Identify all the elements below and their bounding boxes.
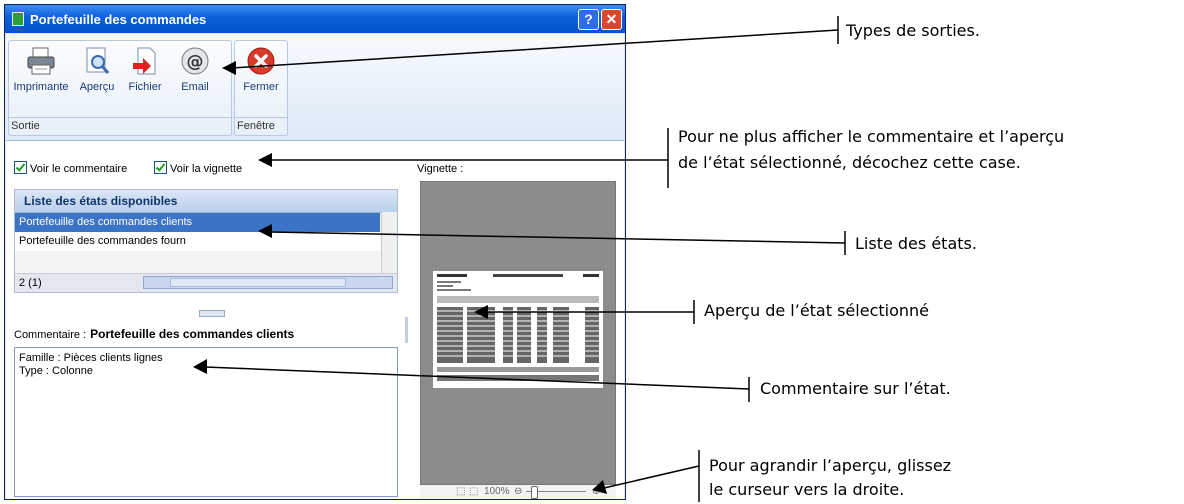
annotation-arrows	[193, 16, 846, 502]
annotation-apercu: Aperçu de l’état sélectionné	[704, 301, 929, 320]
annotation-checkbox-line2: de l’état sélectionné, décochez cette ca…	[678, 153, 1021, 172]
annotation-zoom-line2: le curseur vers la droite.	[709, 480, 905, 499]
annotation-types-sorties: Types de sorties.	[846, 21, 980, 40]
annotation-liste-etats: Liste des états.	[855, 234, 977, 253]
annotation-commentaire: Commentaire sur l’état.	[760, 379, 951, 398]
annotation-checkbox-line1: Pour ne plus afficher le commentaire et …	[678, 127, 1065, 146]
annotation-zoom-line1: Pour agrandir l’aperçu, glissez	[709, 456, 952, 475]
